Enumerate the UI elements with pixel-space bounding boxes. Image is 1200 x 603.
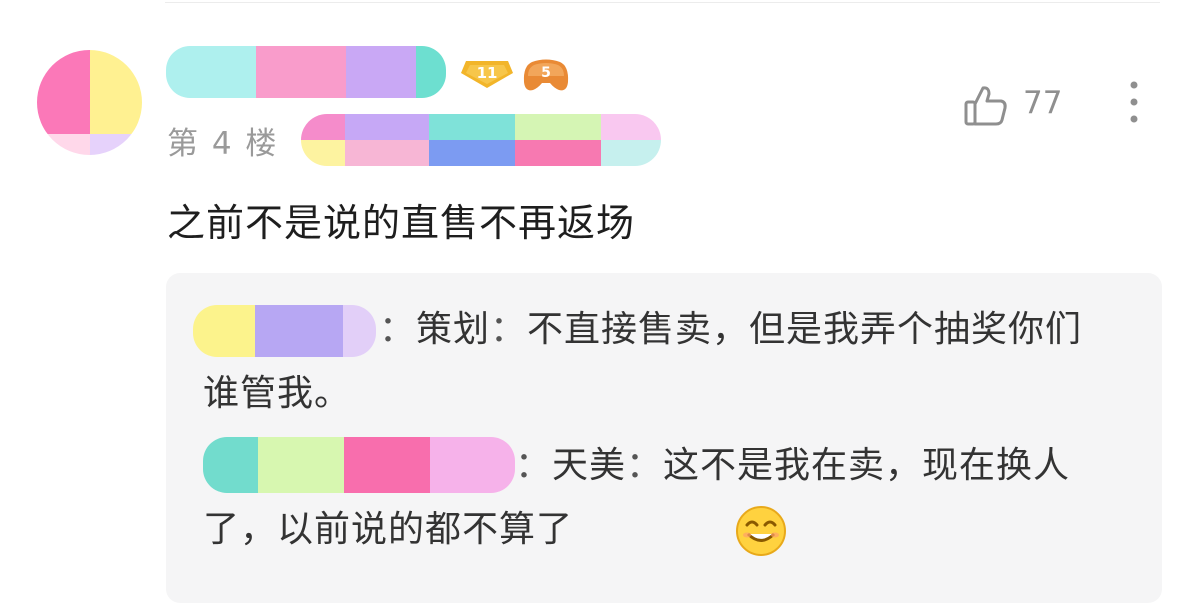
gamepad-badge-text: 5 bbox=[541, 65, 551, 81]
more-options-button[interactable] bbox=[1122, 78, 1146, 126]
gamepad-badge-icon: 5 bbox=[522, 56, 570, 96]
reply-1-text: 不直接售卖，但是我弄个抽奖你们谁管我。 bbox=[203, 309, 1083, 414]
more-vertical-icon bbox=[1130, 81, 1138, 123]
smile-emoji-icon bbox=[735, 505, 787, 557]
level-badge: 11 bbox=[460, 57, 514, 89]
thumbs-up-icon bbox=[964, 86, 1007, 126]
level-badge-text: 11 bbox=[476, 64, 498, 82]
reply-2[interactable]: ：天美：这不是我在卖，现在换人了，以前说的都不算了 bbox=[203, 434, 1103, 562]
username-redacted[interactable] bbox=[166, 46, 446, 98]
like-button[interactable] bbox=[962, 82, 1010, 130]
floor-label: 第 4 楼 bbox=[167, 126, 279, 162]
comment-text: 之前不是说的直售不再返场 bbox=[167, 201, 636, 245]
like-count: 77 bbox=[1023, 85, 1063, 121]
reply-1-speaker: 策划 bbox=[416, 309, 491, 350]
avatar[interactable] bbox=[37, 50, 142, 155]
reply-2-speaker: 天美 bbox=[552, 445, 627, 486]
top-divider bbox=[165, 2, 1160, 3]
reply-1[interactable]: ：策划：不直接售卖，但是我弄个抽奖你们谁管我。 bbox=[203, 298, 1103, 426]
user-tag-redacted bbox=[301, 114, 661, 166]
